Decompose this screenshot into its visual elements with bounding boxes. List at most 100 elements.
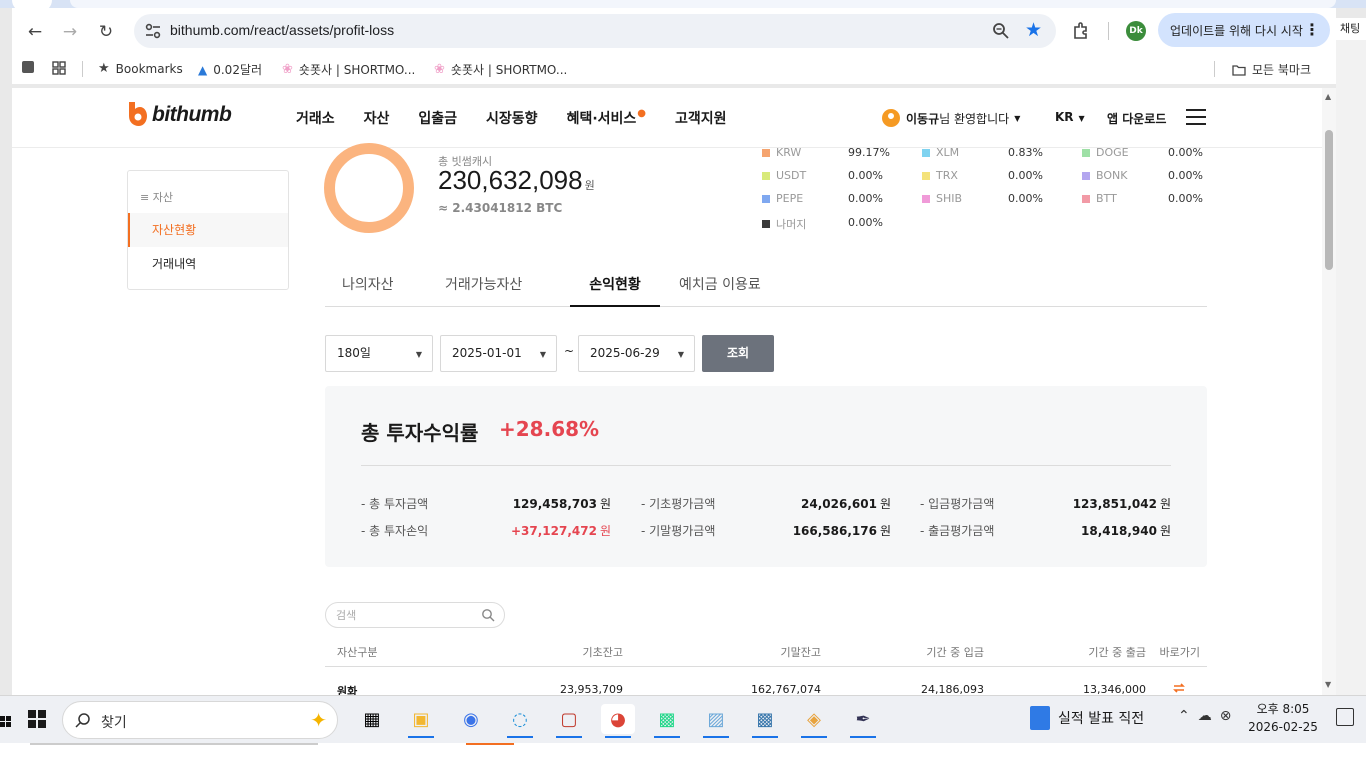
tab-tradable-assets[interactable]: 거래가능자산 [445,274,522,307]
table-cell-end-balance: 162,767,074 [751,683,821,695]
tab-deposit-fee[interactable]: 예치금 이용료 [679,274,761,307]
forward-icon[interactable]: → [57,19,83,45]
page-scrollbar[interactable]: ▲ ▼ [1322,88,1336,695]
app-download-link[interactable]: 앱 다운로드 [1107,110,1166,127]
bithumb-logo[interactable]: bithumb [126,100,232,130]
nav-deposit-withdraw[interactable]: 입출금 [418,108,457,128]
photos-icon[interactable]: ▢ [552,704,586,738]
toolbar-divider [1108,22,1109,40]
roi-rate: +28.68% [499,417,600,441]
roi-value-total-invest: 129,458,703 원 [513,495,611,512]
roi-unit: 원 [879,524,891,538]
search-icon[interactable] [481,608,495,622]
pycharm-icon[interactable]: ▩ [650,704,684,738]
bookmark-item[interactable]: ❀ 숏폿사 | SHORTMO... [282,61,415,78]
roi-label-deposit-eval: - 입금평가금액 [920,497,995,511]
grid-icon[interactable] [52,61,66,75]
extensions-icon[interactable] [1072,21,1092,41]
legend-name: USDT [776,169,807,182]
nav-assets[interactable]: 자산 [364,108,390,128]
legend-item: TRX [922,169,958,182]
nav-market-trends[interactable]: 시장동향 [486,108,538,128]
clock-date: 2026-02-25 [1248,720,1318,734]
side-panel-chip[interactable]: 채팅 [1336,18,1366,40]
legend-item: BTT [1082,192,1117,205]
legend-item: DOGE [1082,146,1129,159]
tab-profit-loss[interactable]: 손익현황 [570,274,660,307]
cloud-icon[interactable]: ☁ [1198,708,1212,724]
roi-value-begin-eval: 24,026,601 원 [801,495,891,512]
asset-donut-chart [324,143,414,233]
col-header-shortcut: 바로가기 [1159,646,1200,659]
roi-number: 123,851,042 [1072,497,1157,511]
start-date-select[interactable]: 2025-01-01 ▼ [440,335,557,372]
nav-benefits-label: 혜택·서비스 [566,111,637,127]
url-text[interactable]: bithumb.com/react/assets/profit-loss [170,22,394,38]
user-menu[interactable]: 이동규 님 환영합니다 ▼ [882,109,1020,127]
roi-label-withdraw-eval: - 출금평가금액 [920,524,995,538]
paint-icon[interactable]: ◈ [797,704,831,738]
notes-icon[interactable]: ▨ [699,704,733,738]
period-select[interactable]: 180일 ▼ [325,335,433,372]
site-info-icon[interactable] [144,22,162,40]
scroll-down-icon[interactable]: ▼ [1325,680,1331,689]
asset-search[interactable] [325,602,505,628]
chevron-up-icon[interactable]: ⌃ [1178,708,1190,724]
table-cell-period-deposit: 24,186,093 [921,683,984,695]
hamburger-menu-icon[interactable] [1186,109,1206,125]
roi-unit: 원 [599,524,611,538]
news-widget[interactable]: 실적 발표 직전 [1030,706,1144,730]
all-bookmarks-button[interactable]: 모든 북마크 [1232,61,1311,78]
bookmark-item[interactable]: ★ Bookmarks [98,61,183,76]
roi-label-total-pnl: - 총 투자손익 [361,524,429,538]
zoom-icon[interactable] [992,22,1010,40]
exchange-arrows-icon[interactable] [1172,681,1186,695]
end-date-select[interactable]: 2025-06-29 ▼ [578,335,695,372]
legend-item: XLM [922,146,959,159]
nav-benefits[interactable]: 혜택·서비스● [567,108,646,128]
tab-my-assets[interactable]: 나의자산 [342,274,394,307]
system-clock[interactable]: 오후 8:05 2026-02-25 [1248,700,1318,736]
chrome-icon[interactable]: ◕ [601,704,635,738]
edge-icon[interactable]: ◌ [503,704,537,738]
list-icon: ≡ [140,191,153,204]
language-label: KR [1055,110,1074,124]
side-item-trade-history[interactable]: 거래내역 [128,247,288,281]
asset-search-input[interactable] [336,607,476,623]
roi-label-total-invest: - 총 투자금액 [361,497,429,511]
side-item-asset-status[interactable]: 자산현황 [128,213,288,247]
bookmark-star-icon[interactable]: ★ [1025,19,1042,41]
menu-kebab-icon[interactable]: ⋮ [1304,20,1320,39]
apps-icon[interactable] [22,61,34,73]
query-button[interactable]: 조회 [702,335,774,372]
reload-icon[interactable]: ↻ [93,19,119,45]
roi-number: 18,418,940 [1081,524,1157,538]
nav-exchange[interactable]: 거래소 [296,108,335,128]
browser-toolbar: ← → ↻ bithumb.com/react/assets/profit-lo… [12,8,1336,54]
bookmark-item[interactable]: ▲ 0.02달러 [198,61,262,78]
language-selector[interactable]: KR ▼ [1055,110,1085,124]
update-restart-button[interactable]: 업데이트를 위해 다시 시작 ⋮ [1158,13,1330,47]
legend-swatch [922,194,930,203]
feather-icon[interactable]: ✒ [846,704,880,738]
legend-item: KRW [762,146,801,159]
profile-avatar[interactable]: Dk [1126,21,1146,41]
file-explorer-icon[interactable]: ▣ [404,704,438,738]
sparkle-icon: ✦ [310,708,327,732]
back-icon[interactable]: ← [22,19,48,45]
bookmark-item[interactable]: ❀ 숏폿사 | SHORTMO... [434,61,567,78]
scroll-up-icon[interactable]: ▲ [1325,92,1331,101]
python-icon[interactable]: ▩ [748,704,782,738]
windows-start-icon[interactable] [28,710,46,728]
roi-unit: 원 [1159,524,1171,538]
legend-name: BONK [1096,169,1128,182]
address-bar[interactable]: bithumb.com/react/assets/profit-loss ★ [134,14,1056,48]
firefox-icon[interactable]: ◉ [454,704,488,734]
nav-support[interactable]: 고객지원 [675,108,727,128]
notification-icon[interactable] [1336,708,1354,726]
scrollbar-thumb[interactable] [1325,130,1333,270]
taskbar-search-placeholder: 찾기 [101,715,127,731]
task-view-icon[interactable]: ▦ [355,704,389,734]
close-circle-icon[interactable]: ⊗ [1220,708,1232,724]
taskbar-search[interactable]: 찾기 ✦ [62,701,338,739]
